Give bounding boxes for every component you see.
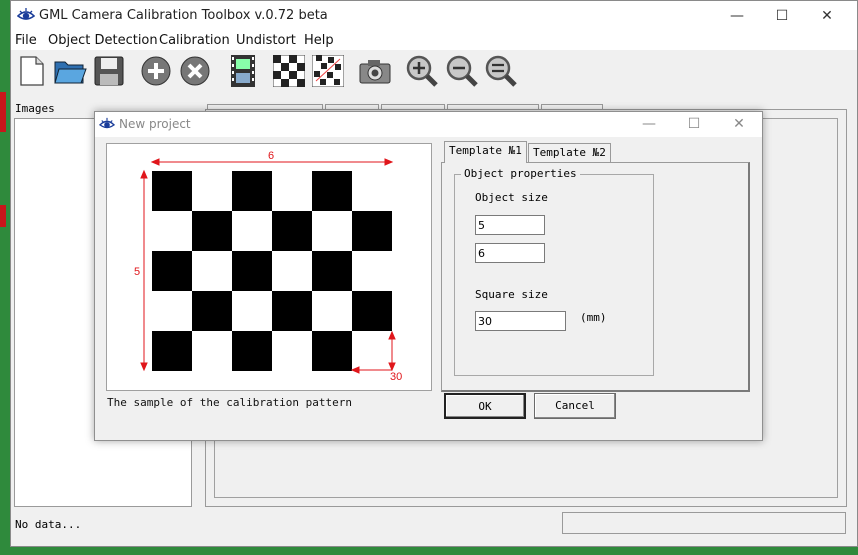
desktop-icon-fragment	[0, 205, 6, 227]
new-project-icon	[20, 56, 44, 86]
unit-label: (mm)	[580, 311, 607, 324]
images-label: Images	[15, 102, 55, 115]
detect-pattern-alt-button[interactable]	[310, 53, 346, 89]
checkerboard-icon	[273, 55, 305, 87]
video-button[interactable]	[225, 53, 261, 89]
ok-button[interactable]: OK	[444, 393, 526, 419]
menu-object-detection[interactable]: Object Detection	[48, 33, 158, 48]
pattern-square	[312, 251, 352, 291]
square-size-input[interactable]: 30	[475, 311, 566, 331]
desktop-icon-fragment	[0, 92, 6, 132]
object-properties-group: Object properties Object size 5 6 Square…	[454, 167, 654, 376]
template-panel: Object properties Object size 5 6 Square…	[441, 162, 750, 392]
pattern-preview: 6 5 30	[106, 143, 432, 391]
dialog-maximize-button[interactable]: ☐	[682, 114, 706, 134]
close-button[interactable]: ✕	[813, 5, 841, 27]
camera-icon	[359, 60, 391, 84]
pattern-square	[232, 331, 272, 371]
toolbar	[11, 51, 857, 91]
pattern-square	[192, 211, 232, 251]
eye-icon	[17, 8, 35, 20]
square-size-label: Square size	[475, 288, 548, 301]
pattern-square	[152, 331, 192, 371]
add-icon	[141, 56, 171, 86]
dialog-title-bar: New project — ☐ ✕	[95, 112, 762, 137]
columns-dimension-label: 6	[268, 150, 274, 162]
tab-template-1[interactable]: Template №1	[444, 141, 527, 163]
new-project-dialog: New project — ☐ ✕ 6 5 30 The sample of t…	[94, 111, 763, 441]
pattern-square	[352, 211, 392, 251]
new-project-button[interactable]	[14, 53, 50, 89]
dialog-close-button[interactable]: ✕	[727, 114, 751, 134]
zoom-fit-icon	[485, 55, 517, 87]
minimize-button[interactable]: —	[723, 5, 751, 27]
film-strip-icon	[231, 55, 255, 87]
status-text: No data...	[15, 518, 82, 531]
pattern-square	[312, 331, 352, 371]
remove-button[interactable]	[177, 53, 213, 89]
pattern-caption: The sample of the calibration pattern	[107, 396, 353, 409]
zoom-in-button[interactable]	[404, 53, 440, 89]
pattern-square	[272, 291, 312, 331]
remove-icon	[180, 56, 210, 86]
pattern-square	[312, 171, 352, 211]
eye-icon	[99, 117, 115, 129]
calibration-pattern: 6 5 30	[134, 150, 402, 383]
pattern-square	[232, 251, 272, 291]
pattern-square	[152, 251, 192, 291]
object-size-label: Object size	[475, 191, 548, 204]
pattern-square	[192, 291, 232, 331]
group-title: Object properties	[461, 167, 580, 180]
camera-button[interactable]	[357, 53, 393, 89]
zoom-fit-button[interactable]	[483, 53, 519, 89]
pattern-square	[152, 171, 192, 211]
open-button[interactable]	[52, 53, 88, 89]
open-folder-icon	[54, 61, 87, 84]
cancel-button[interactable]: Cancel	[534, 393, 616, 419]
square-dimension-label: 30	[390, 371, 402, 383]
tab-template-2[interactable]: Template №2	[528, 143, 611, 162]
menu-help[interactable]: Help	[304, 33, 334, 48]
status-progress	[562, 512, 846, 534]
window-title: GML Camera Calibration Toolbox v.0.72 be…	[39, 8, 328, 23]
pattern-square	[272, 211, 312, 251]
zoom-out-icon	[446, 55, 478, 87]
save-disk-icon	[94, 56, 124, 86]
pattern-square	[232, 171, 272, 211]
add-button[interactable]	[138, 53, 174, 89]
checkerboard-alt-icon	[312, 55, 344, 87]
zoom-in-icon	[406, 55, 438, 87]
zoom-out-button[interactable]	[444, 53, 480, 89]
object-size-cols-input[interactable]: 6	[475, 243, 545, 263]
menu-file[interactable]: File	[15, 33, 37, 48]
object-size-rows-input[interactable]: 5	[475, 215, 545, 235]
title-bar: GML Camera Calibration Toolbox v.0.72 be…	[11, 1, 857, 32]
menu-undistort[interactable]: Undistort	[236, 33, 296, 48]
detect-pattern-button[interactable]	[271, 53, 307, 89]
menu-bar: File Object Detection Calibration Undist…	[11, 32, 857, 50]
pattern-square	[352, 291, 392, 331]
save-button[interactable]	[91, 53, 127, 89]
dialog-minimize-button[interactable]: —	[637, 114, 661, 134]
dialog-title: New project	[119, 117, 191, 131]
menu-calibration[interactable]: Calibration	[159, 33, 230, 48]
rows-dimension-label: 5	[134, 266, 140, 278]
maximize-button[interactable]: ☐	[768, 5, 796, 27]
